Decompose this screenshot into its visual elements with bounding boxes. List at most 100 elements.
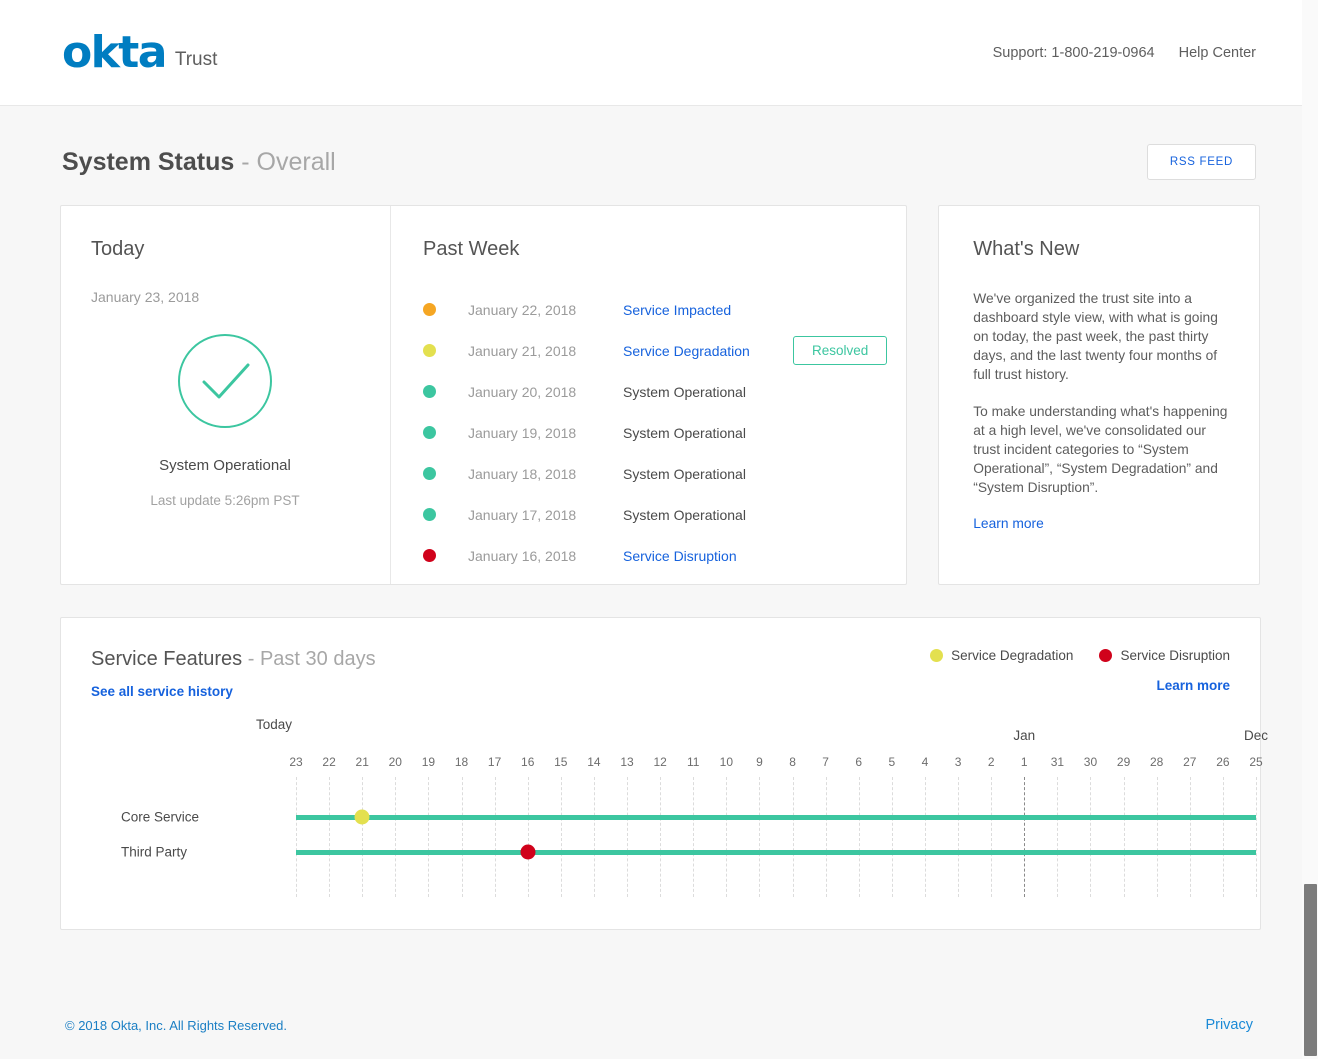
x-axis-tick-label: 26	[1216, 755, 1229, 769]
x-axis-tick-label: 27	[1183, 755, 1196, 769]
past-week-status-link[interactable]: Service Degradation	[623, 343, 783, 359]
past-week-row: January 17, 2018System Operational	[423, 494, 906, 535]
past-week-list: January 22, 2018Service Impacted January …	[423, 289, 906, 576]
x-axis-tick-label: 23	[289, 755, 302, 769]
x-axis-tick-label: 22	[322, 755, 335, 769]
chart-gridline	[528, 777, 529, 897]
chart-gridline	[362, 777, 363, 897]
whats-new-learn-more-link[interactable]: Learn more	[973, 516, 1044, 531]
service-features-title-block: Service Features - Past 30 days See all …	[91, 648, 376, 699]
status-dot-icon	[423, 508, 436, 521]
chart-gridline	[693, 777, 694, 897]
chart-gridline	[561, 777, 562, 897]
scrollbar-thumb[interactable]	[1304, 884, 1317, 1056]
page-title-main: System Status	[62, 148, 234, 176]
chart-gridline	[759, 777, 760, 897]
today-heading: Today	[91, 238, 390, 261]
service-features-title: Service Features - Past 30 days	[91, 648, 376, 670]
past-week-date: January 16, 2018	[468, 548, 623, 564]
status-dot-icon	[423, 426, 436, 439]
privacy-link[interactable]: Privacy	[1205, 1017, 1253, 1033]
incident-marker[interactable]	[355, 810, 370, 825]
past-week-status-link[interactable]: Service Impacted	[623, 302, 783, 318]
x-axis-tick-label: 11	[687, 755, 699, 769]
chart-gridline	[296, 777, 297, 897]
x-axis-tick-label: 21	[356, 755, 369, 769]
header-links: Support: 1-800-219-0964 Help Center	[993, 45, 1256, 61]
x-axis-tick-label: 12	[653, 755, 666, 769]
chart-gridline	[627, 777, 628, 897]
legend-items: Service DegradationService Disruption	[930, 648, 1230, 663]
chart-gridline	[1124, 777, 1125, 897]
chart-gridline	[859, 777, 860, 897]
help-center-link[interactable]: Help Center	[1179, 45, 1256, 61]
status-dot-icon	[423, 549, 436, 562]
status-dot-icon	[423, 385, 436, 398]
page-title-suffix: - Overall	[241, 148, 335, 176]
site-header: okta Trust Support: 1-800-219-0964 Help …	[0, 0, 1318, 106]
brand[interactable]: okta Trust	[62, 31, 217, 75]
legend-label: Service Disruption	[1120, 648, 1230, 663]
chart-gridline	[495, 777, 496, 897]
past-week-status: System Operational	[623, 425, 783, 441]
x-axis-tick-label: 16	[521, 755, 534, 769]
page-title: System Status - Overall	[62, 150, 336, 175]
legend-item: Service Disruption	[1099, 648, 1230, 663]
status-check-wrap	[91, 332, 359, 430]
today-status-block: System Operational Last update 5:26pm PS…	[91, 332, 359, 508]
chart-gridline	[1157, 777, 1158, 897]
x-axis-tick-label: 5	[889, 755, 896, 769]
past-week-row: January 20, 2018System Operational	[423, 371, 906, 412]
x-axis-tick-label: 25	[1249, 755, 1262, 769]
past-week-date: January 20, 2018	[468, 384, 623, 400]
x-axis-tick-label: 3	[955, 755, 962, 769]
today-date: January 23, 2018	[91, 289, 390, 305]
x-axis-tick-label: 8	[789, 755, 796, 769]
chart-gridline	[793, 777, 794, 897]
service-features-header: Service Features - Past 30 days See all …	[91, 648, 1230, 699]
past-week-date: January 22, 2018	[468, 302, 623, 318]
x-axis-tick-label: 9	[756, 755, 763, 769]
whats-new-card: What's New We've organized the trust sit…	[938, 205, 1260, 585]
past-week-status: System Operational	[623, 384, 783, 400]
past-week-status-link[interactable]: Service Disruption	[623, 548, 783, 564]
service-features-title-suffix: - Past 30 days	[248, 648, 376, 670]
chart-legend: Service DegradationService Disruption Le…	[930, 648, 1230, 699]
legend-dot-icon	[1099, 649, 1112, 662]
see-all-service-history-link[interactable]: See all service history	[91, 684, 376, 699]
rss-feed-button[interactable]: RSS FEED	[1147, 144, 1256, 180]
x-axis-tick-label: 20	[389, 755, 402, 769]
past-week-status: System Operational	[623, 466, 783, 482]
x-axis-tick-label: 7	[822, 755, 829, 769]
past-week-row: January 21, 2018Service DegradationResol…	[423, 330, 906, 371]
service-features-card: Service Features - Past 30 days See all …	[60, 617, 1261, 930]
service-status-line	[296, 850, 1256, 855]
past-week-date: January 19, 2018	[468, 425, 623, 441]
chart-gridline	[329, 777, 330, 897]
check-circle-icon	[176, 332, 274, 430]
scrollbar-track[interactable]	[1302, 0, 1318, 1059]
status-card: Today January 23, 2018 System Operationa…	[60, 205, 907, 585]
chart-gridline	[991, 777, 992, 897]
chart-gridline	[395, 777, 396, 897]
status-dot-icon	[423, 344, 436, 357]
chart-gridline	[594, 777, 595, 897]
service-status-line	[296, 815, 1256, 820]
x-axis-tick-label: 10	[720, 755, 733, 769]
chart-gridline	[892, 777, 893, 897]
chart-gridline	[428, 777, 429, 897]
status-dot-icon	[423, 303, 436, 316]
x-axis-tick-label: 29	[1117, 755, 1130, 769]
whats-new-heading: What's New	[973, 238, 1231, 261]
chart-learn-more-link[interactable]: Learn more	[1156, 678, 1230, 693]
chart-gridline	[726, 777, 727, 897]
status-badge[interactable]: Resolved	[793, 336, 887, 365]
x-axis-tick-label: 13	[620, 755, 633, 769]
past-week-date: January 18, 2018	[468, 466, 623, 482]
incident-marker[interactable]	[520, 845, 535, 860]
x-axis-tick-label: 1	[1021, 755, 1028, 769]
brand-subtitle: Trust	[175, 49, 218, 75]
okta-logo: okta	[62, 31, 166, 75]
site-footer: © 2018 Okta, Inc. All Rights Reserved. P…	[0, 991, 1318, 1059]
x-axis-tick-label: 17	[488, 755, 501, 769]
